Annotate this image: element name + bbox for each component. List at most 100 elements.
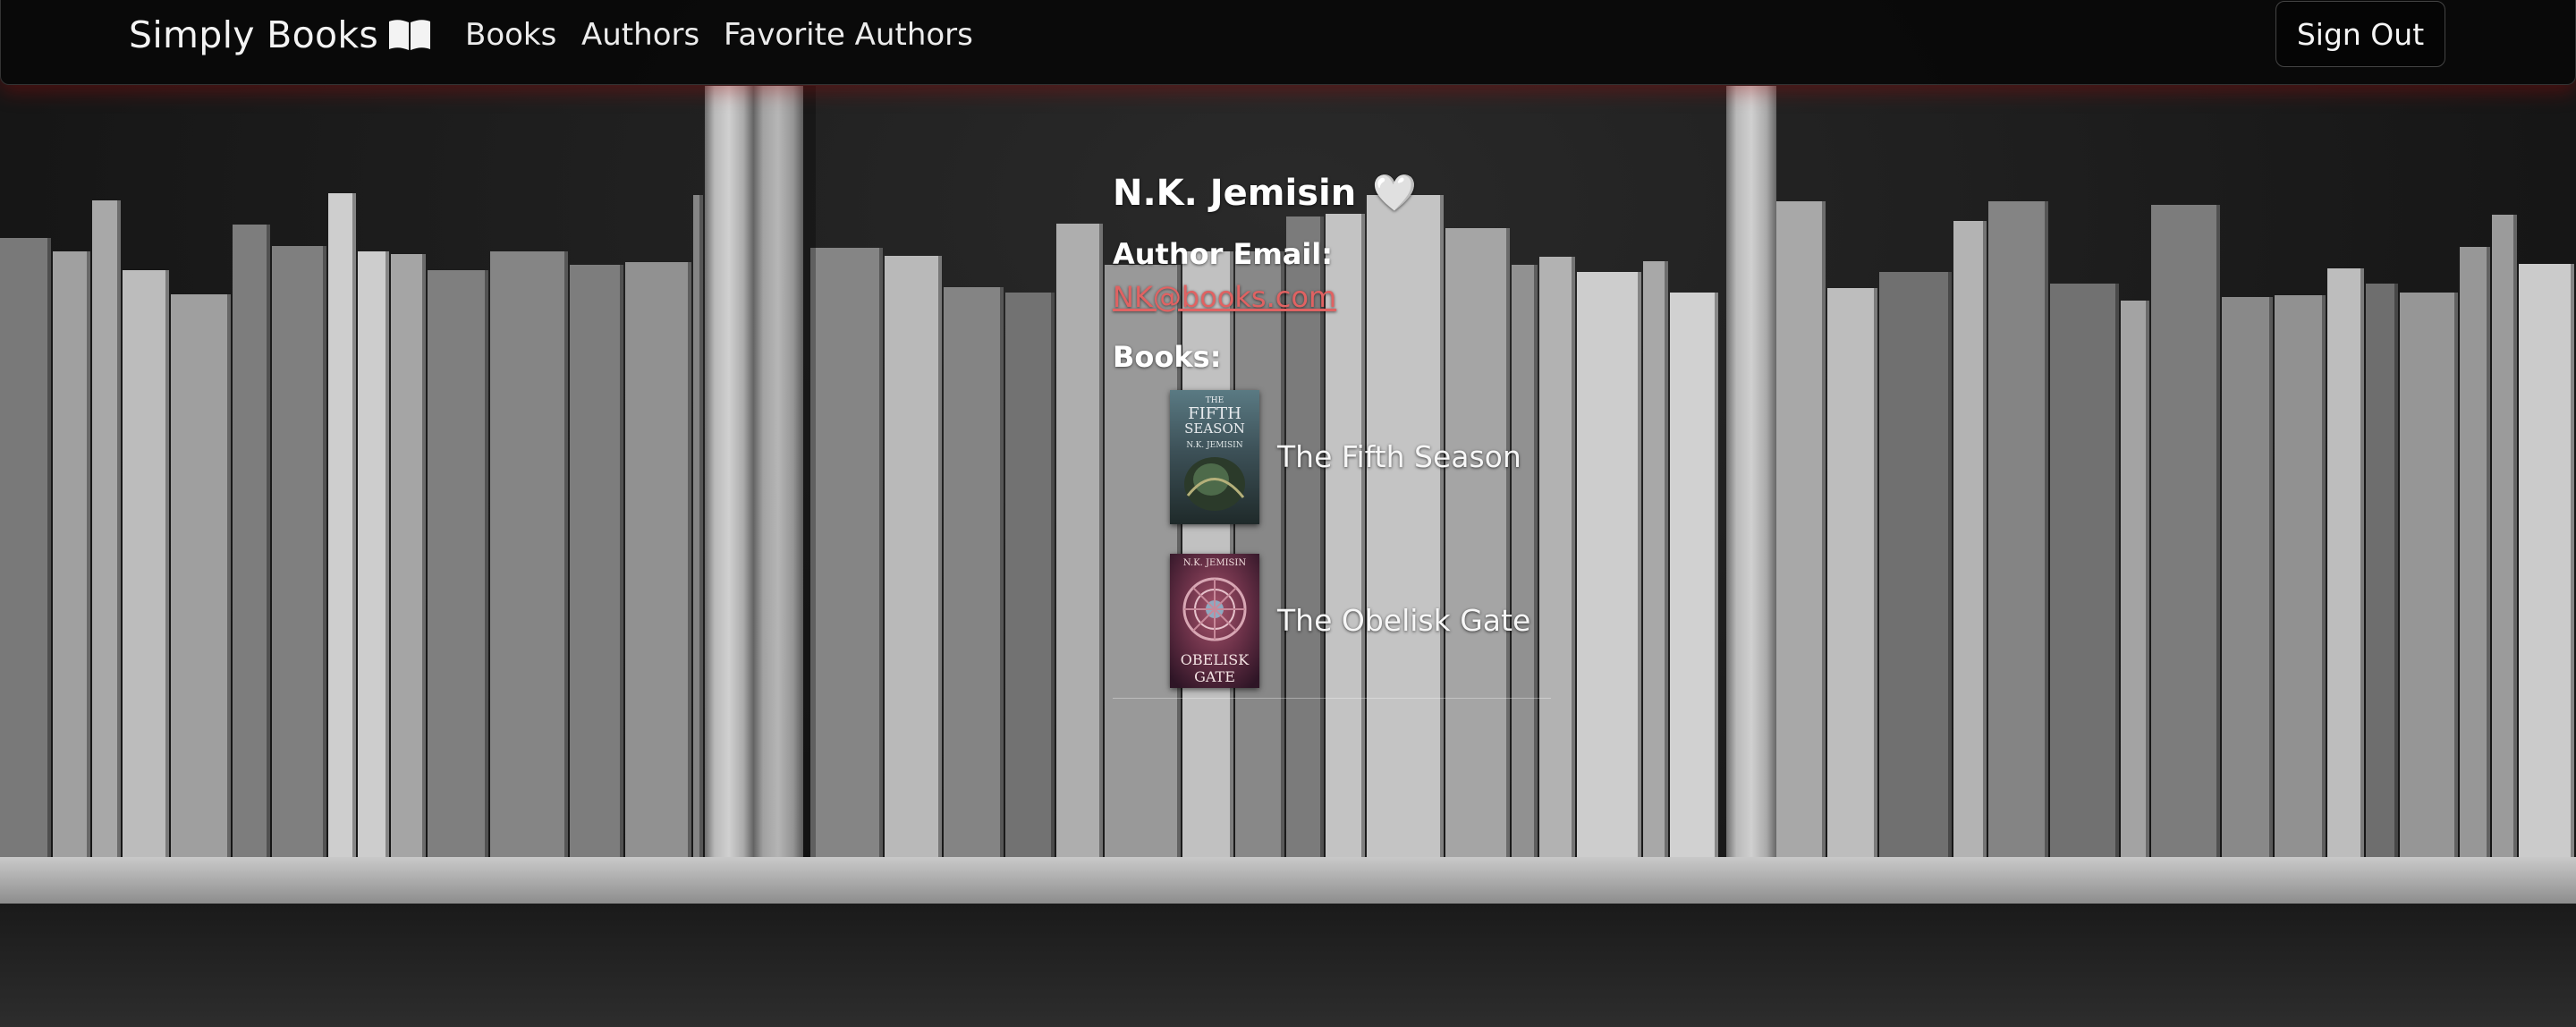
book-spine: [358, 251, 389, 857]
book-spine: [2366, 284, 2398, 857]
book-spine: [2492, 215, 2517, 857]
book-spine: [1879, 272, 1952, 857]
book-spine-edge: [485, 270, 488, 857]
books-label: Books:: [1113, 340, 1222, 374]
book-spine-edge: [47, 238, 51, 857]
book-spine: [810, 248, 883, 857]
book-spine-edge: [1665, 261, 1668, 857]
book-spine-edge: [688, 262, 691, 857]
book-list: THE FIFTH SEASON N.K. JEMISIN The Fifth …: [1170, 390, 1551, 688]
open-book-icon: [389, 20, 431, 50]
book-spine-edge: [227, 294, 231, 857]
book-spine-edge: [2045, 201, 2048, 857]
book-spine: [1005, 293, 1055, 857]
book-spine-edge: [2487, 247, 2490, 857]
book-spine: [885, 256, 942, 857]
book-spine-edge: [2513, 215, 2517, 857]
section-divider: [1113, 698, 1551, 699]
book-spine: [92, 200, 121, 857]
book-spine: [272, 246, 326, 857]
author-name: N.K. Jemisin: [1113, 173, 1357, 214]
book-spine: [2275, 295, 2326, 857]
author-heading: N.K. Jemisin 🤍: [1113, 166, 1551, 220]
author-email-link[interactable]: NK@books.com: [1113, 280, 1336, 314]
book-spine-edge: [2394, 284, 2398, 857]
book-spine: [1577, 272, 1641, 857]
book-spine: [2400, 293, 2458, 857]
book-spine-edge: [1874, 288, 1877, 857]
book-title: The Obelisk Gate: [1277, 603, 1531, 638]
book-cover-fifth-season: THE FIFTH SEASON N.K. JEMISIN: [1170, 390, 1259, 524]
book-spine-edge: [1715, 293, 1718, 857]
author-email-row: Author Email: NK@books.com: [1113, 233, 1551, 318]
book-spine: [2460, 247, 2490, 857]
nav-link-favorite-authors[interactable]: Favorite Authors: [724, 16, 973, 54]
book-spine-edge: [564, 251, 568, 857]
book-spine-edge: [2146, 301, 2149, 857]
cover-art-fifth-season: THE FIFTH SEASON N.K. JEMISIN: [1170, 390, 1259, 524]
book-spine-edge: [620, 265, 623, 857]
book-spine-edge: [2454, 293, 2458, 857]
book-spine: [233, 225, 270, 857]
book-spine: [2050, 284, 2119, 857]
book-spine: [0, 238, 51, 857]
book-spine-edge: [323, 246, 326, 857]
brand-link[interactable]: Simply Books: [129, 13, 432, 57]
shelf-lower-compartment: [0, 904, 2576, 1027]
book-spine: [1988, 201, 2048, 857]
cover-text-season: SEASON: [1184, 420, 1245, 437]
book-spine: [1827, 288, 1877, 857]
book-spine-edge: [1000, 287, 1004, 857]
author-email-label: Author Email:: [1113, 237, 1334, 271]
book-spine: [2121, 301, 2149, 857]
book-spine-edge: [1948, 272, 1952, 857]
top-navbar: Simply Books Books Authors Favorite Auth…: [0, 0, 2576, 85]
book-spine-edge: [352, 193, 356, 857]
book-spine-edge: [87, 251, 90, 857]
cover-text-gate: GATE: [1194, 668, 1235, 685]
book-spine: [944, 287, 1004, 857]
book-spine: [123, 270, 169, 857]
book-spine: [1056, 224, 1103, 857]
nav-link-authors[interactable]: Authors: [581, 16, 699, 54]
brand-name: Simply Books: [129, 13, 379, 56]
book-spine: [428, 270, 488, 857]
book-spine-edge: [1572, 257, 1575, 857]
book-spine-edge: [165, 270, 169, 857]
book-spine-edge: [2360, 268, 2364, 857]
book-spine-edge: [2269, 297, 2273, 857]
book-spine: [1670, 293, 1718, 857]
cover-art-obelisk-gate: N.K. JEMISIN OBELISK GATE: [1170, 554, 1259, 688]
book-spine-edge: [1638, 272, 1641, 857]
book-item-obelisk-gate[interactable]: N.K. JEMISIN OBELISK GATE The Obelisk Ga…: [1170, 554, 1551, 688]
book-spine-edge: [117, 200, 121, 857]
book-spine-edge: [1099, 224, 1103, 857]
book-spine: [1776, 201, 1826, 857]
white-heart-icon[interactable]: 🤍: [1372, 166, 1417, 220]
book-spine: [328, 193, 356, 857]
book-spine-edge: [267, 225, 270, 857]
cover-text-obelisk: OBELISK: [1181, 651, 1250, 668]
book-spine-edge: [2216, 205, 2220, 857]
book-spine: [53, 251, 90, 857]
book-item-fifth-season[interactable]: THE FIFTH SEASON N.K. JEMISIN The Fifth …: [1170, 390, 1551, 524]
author-details: N.K. Jemisin 🤍 Author Email: NK@books.co…: [1113, 166, 1551, 717]
book-spine-edge: [699, 195, 703, 857]
book-spine: [570, 265, 623, 857]
book-spine: [171, 294, 231, 857]
book-spine-edge: [2322, 295, 2326, 857]
book-spine-edge: [2571, 264, 2574, 857]
sign-out-button[interactable]: Sign Out: [2275, 1, 2445, 67]
book-spine: [490, 251, 568, 857]
book-spine-edge: [879, 248, 883, 857]
book-spine-edge: [386, 251, 389, 857]
book-spine-edge: [1822, 201, 1826, 857]
book-spine: [2327, 268, 2364, 857]
cover-text-author: N.K. JEMISIN: [1186, 441, 1242, 450]
book-spine: [1953, 221, 1987, 857]
cover-text-author: N.K. JEMISIN: [1183, 558, 1246, 568]
shelf-board: [0, 857, 2576, 904]
nav-link-books[interactable]: Books: [465, 16, 556, 54]
book-spine-edge: [2115, 284, 2119, 857]
book-spine-edge: [422, 254, 426, 857]
